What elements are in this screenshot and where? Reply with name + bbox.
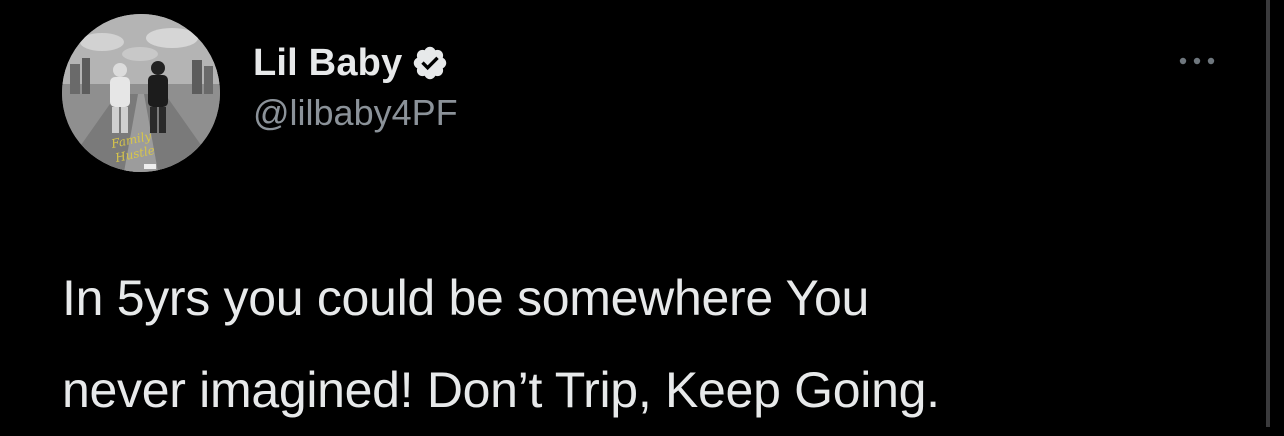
scrollbar[interactable]	[1266, 0, 1270, 427]
user-handle[interactable]: @lilbaby4PF	[253, 92, 458, 134]
tweet-header: Lil Baby @lilbaby4PF	[253, 38, 458, 134]
name-row: Lil Baby	[253, 38, 458, 88]
display-name[interactable]: Lil Baby	[253, 42, 402, 85]
verified-badge-icon	[414, 46, 447, 80]
album-cover-avatar-image: Family Hustle	[62, 14, 220, 172]
more-options-icon	[1179, 57, 1215, 65]
tweet-text: In 5yrs you could be somewhere You never…	[62, 270, 940, 418]
tweet-card: Family Hustle Lil Baby @lilbaby4PF In 5y…	[0, 0, 1284, 427]
avatar[interactable]: Family Hustle	[62, 14, 220, 172]
more-options-button[interactable]	[1172, 48, 1222, 74]
